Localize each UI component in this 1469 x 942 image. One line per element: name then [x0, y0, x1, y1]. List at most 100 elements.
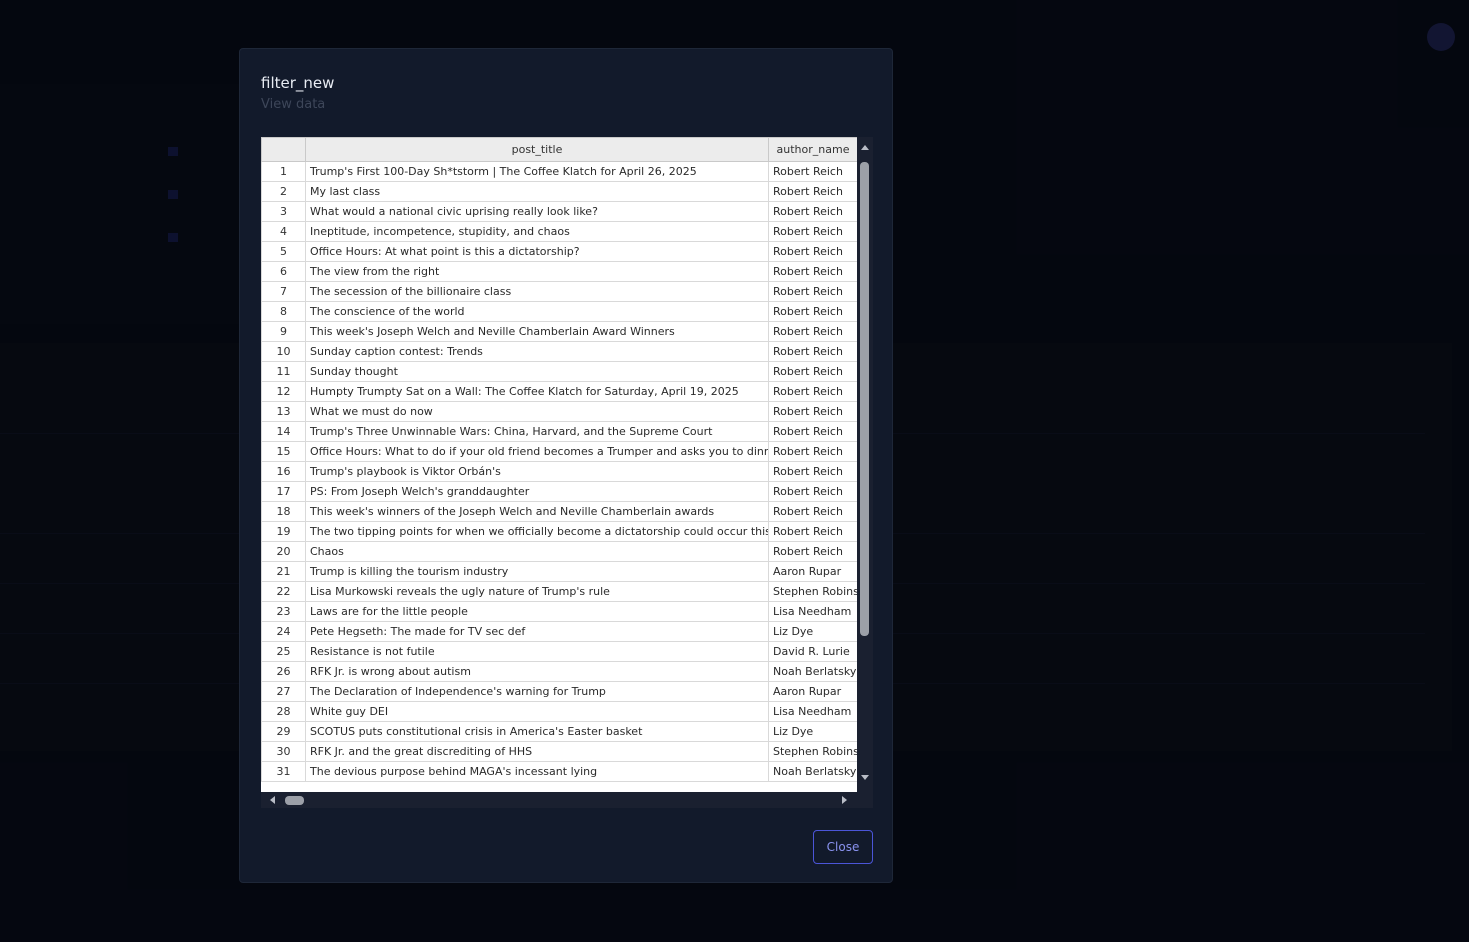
row-index-cell[interactable]: 11 [261, 361, 306, 382]
author-name-cell[interactable]: Robert Reich [768, 401, 857, 422]
post-title-cell[interactable]: My last class [305, 181, 769, 202]
row-index-cell[interactable]: 28 [261, 701, 306, 722]
table-row[interactable]: 23 Laws are for the little people Lisa Nee… [261, 601, 857, 622]
row-index-cell[interactable]: 31 [261, 761, 306, 782]
column-header-post-title[interactable]: post_title [305, 137, 769, 162]
post-title-cell[interactable]: RFK Jr. is wrong about autism [305, 661, 769, 682]
post-title-cell[interactable]: Office Hours: At what point is this a di… [305, 241, 769, 262]
column-header-index[interactable] [261, 137, 306, 162]
table-row[interactable]: 27 The Declaration of Independence's warn… [261, 681, 857, 702]
post-title-cell[interactable]: Resistance is not futile [305, 641, 769, 662]
table-row[interactable]: 4 Ineptitude, incompetence, stupidity, an… [261, 221, 857, 242]
post-title-cell[interactable]: The view from the right [305, 261, 769, 282]
author-name-cell[interactable]: Robert Reich [768, 441, 857, 462]
table-row[interactable]: 18 This week's winners of the Joseph Welc… [261, 501, 857, 522]
post-title-cell[interactable]: This week's Joseph Welch and Neville Cha… [305, 321, 769, 342]
author-name-cell[interactable]: Robert Reich [768, 321, 857, 342]
author-name-cell[interactable]: Robert Reich [768, 181, 857, 202]
post-title-cell[interactable]: Lisa Murkowski reveals the ugly nature o… [305, 581, 769, 602]
author-name-cell[interactable]: Noah Berlatsky [768, 761, 857, 782]
row-index-cell[interactable]: 12 [261, 381, 306, 402]
row-index-cell[interactable]: 25 [261, 641, 306, 662]
table-row[interactable]: 8 The conscience of the world Robert Reich [261, 301, 857, 322]
author-name-cell[interactable]: Noah Berlatsky [768, 661, 857, 682]
author-name-cell[interactable]: Liz Dye [768, 721, 857, 742]
vertical-scrollbar[interactable] [857, 137, 873, 792]
author-name-cell[interactable]: Robert Reich [768, 201, 857, 222]
post-title-cell[interactable]: Sunday thought [305, 361, 769, 382]
post-title-cell[interactable]: The Declaration of Independence's warnin… [305, 681, 769, 702]
post-title-cell[interactable]: The secession of the billionaire class [305, 281, 769, 302]
author-name-cell[interactable]: Robert Reich [768, 421, 857, 442]
row-index-cell[interactable]: 5 [261, 241, 306, 262]
post-title-cell[interactable]: The conscience of the world [305, 301, 769, 322]
author-name-cell[interactable]: Robert Reich [768, 221, 857, 242]
author-name-cell[interactable]: Lisa Needham [768, 701, 857, 722]
table-row[interactable]: 28 White guy DEI Lisa Needham [261, 701, 857, 722]
post-title-cell[interactable]: What we must do now [305, 401, 769, 422]
author-name-cell[interactable]: Robert Reich [768, 481, 857, 502]
table-row[interactable]: 2 My last class Robert Reich [261, 181, 857, 202]
row-index-cell[interactable]: 20 [261, 541, 306, 562]
post-title-cell[interactable]: PS: From Joseph Welch's granddaughter [305, 481, 769, 502]
row-index-cell[interactable]: 2 [261, 181, 306, 202]
author-name-cell[interactable]: David R. Lurie [768, 641, 857, 662]
row-index-cell[interactable]: 3 [261, 201, 306, 222]
post-title-cell[interactable]: SCOTUS puts constitutional crisis in Ame… [305, 721, 769, 742]
horizontal-scrollbar[interactable] [261, 792, 857, 808]
post-title-cell[interactable]: Trump's playbook is Viktor Orbán's [305, 461, 769, 482]
author-name-cell[interactable]: Liz Dye [768, 621, 857, 642]
author-name-cell[interactable]: Robert Reich [768, 281, 857, 302]
post-title-cell[interactable]: Laws are for the little people [305, 601, 769, 622]
author-name-cell[interactable]: Robert Reich [768, 241, 857, 262]
post-title-cell[interactable]: The devious purpose behind MAGA's incess… [305, 761, 769, 782]
row-index-cell[interactable]: 9 [261, 321, 306, 342]
row-index-cell[interactable]: 18 [261, 501, 306, 522]
author-name-cell[interactable]: Robert Reich [768, 341, 857, 362]
scroll-right-arrow-icon[interactable] [842, 796, 847, 804]
row-index-cell[interactable]: 26 [261, 661, 306, 682]
table-row[interactable]: 20 Chaos Robert Reich [261, 541, 857, 562]
post-title-cell[interactable]: This week's winners of the Joseph Welch … [305, 501, 769, 522]
table-row[interactable]: 9 This week's Joseph Welch and Neville Ch… [261, 321, 857, 342]
row-index-cell[interactable]: 24 [261, 621, 306, 642]
table-row[interactable]: 26 RFK Jr. is wrong about autism Noah Berl… [261, 661, 857, 682]
table-row[interactable]: 21 Trump is killing the tourism industry A… [261, 561, 857, 582]
table-row[interactable]: 11 Sunday thought Robert Reich [261, 361, 857, 382]
post-title-cell[interactable]: What would a national civic uprising rea… [305, 201, 769, 222]
post-title-cell[interactable]: Pete Hegseth: The made for TV sec def [305, 621, 769, 642]
table-row[interactable]: 31 The devious purpose behind MAGA's ince… [261, 761, 857, 782]
author-name-cell[interactable]: Robert Reich [768, 501, 857, 522]
row-index-cell[interactable]: 8 [261, 301, 306, 322]
author-name-cell[interactable]: Aaron Rupar [768, 561, 857, 582]
row-index-cell[interactable]: 29 [261, 721, 306, 742]
row-index-cell[interactable]: 13 [261, 401, 306, 422]
post-title-cell[interactable]: Humpty Trumpty Sat on a Wall: The Coffee… [305, 381, 769, 402]
column-header-author-name[interactable]: author_name [768, 137, 857, 162]
table-row[interactable]: 30 RFK Jr. and the great discrediting of … [261, 741, 857, 762]
close-button[interactable]: Close [813, 830, 873, 864]
vertical-scroll-thumb[interactable] [860, 162, 869, 636]
post-title-cell[interactable]: Chaos [305, 541, 769, 562]
author-name-cell[interactable]: Robert Reich [768, 361, 857, 382]
table-row[interactable]: 19 The two tipping points for when we off… [261, 521, 857, 542]
table-row[interactable]: 29 SCOTUS puts constitutional crisis in A… [261, 721, 857, 742]
post-title-cell[interactable]: Trump's Three Unwinnable Wars: China, Ha… [305, 421, 769, 442]
table-row[interactable]: 1 Trump's First 100-Day Sh*tstorm | The C… [261, 161, 857, 182]
table-row[interactable]: 6 The view from the right Robert Reich [261, 261, 857, 282]
post-title-cell[interactable]: Ineptitude, incompetence, stupidity, and… [305, 221, 769, 242]
author-name-cell[interactable]: Stephen Robinson [768, 581, 857, 602]
row-index-cell[interactable]: 16 [261, 461, 306, 482]
scroll-left-arrow-icon[interactable] [270, 796, 275, 804]
row-index-cell[interactable]: 17 [261, 481, 306, 502]
row-index-cell[interactable]: 14 [261, 421, 306, 442]
row-index-cell[interactable]: 21 [261, 561, 306, 582]
table-row[interactable]: 7 The secession of the billionaire class R… [261, 281, 857, 302]
table-row[interactable]: 13 What we must do now Robert Reich [261, 401, 857, 422]
table-row[interactable]: 17 PS: From Joseph Welch's granddaughter R… [261, 481, 857, 502]
table-row[interactable]: 12 Humpty Trumpty Sat on a Wall: The Coff… [261, 381, 857, 402]
table-row[interactable]: 16 Trump's playbook is Viktor Orbán's Robe… [261, 461, 857, 482]
post-title-cell[interactable]: White guy DEI [305, 701, 769, 722]
post-title-cell[interactable]: Office Hours: What to do if your old fri… [305, 441, 769, 462]
author-name-cell[interactable]: Robert Reich [768, 161, 857, 182]
